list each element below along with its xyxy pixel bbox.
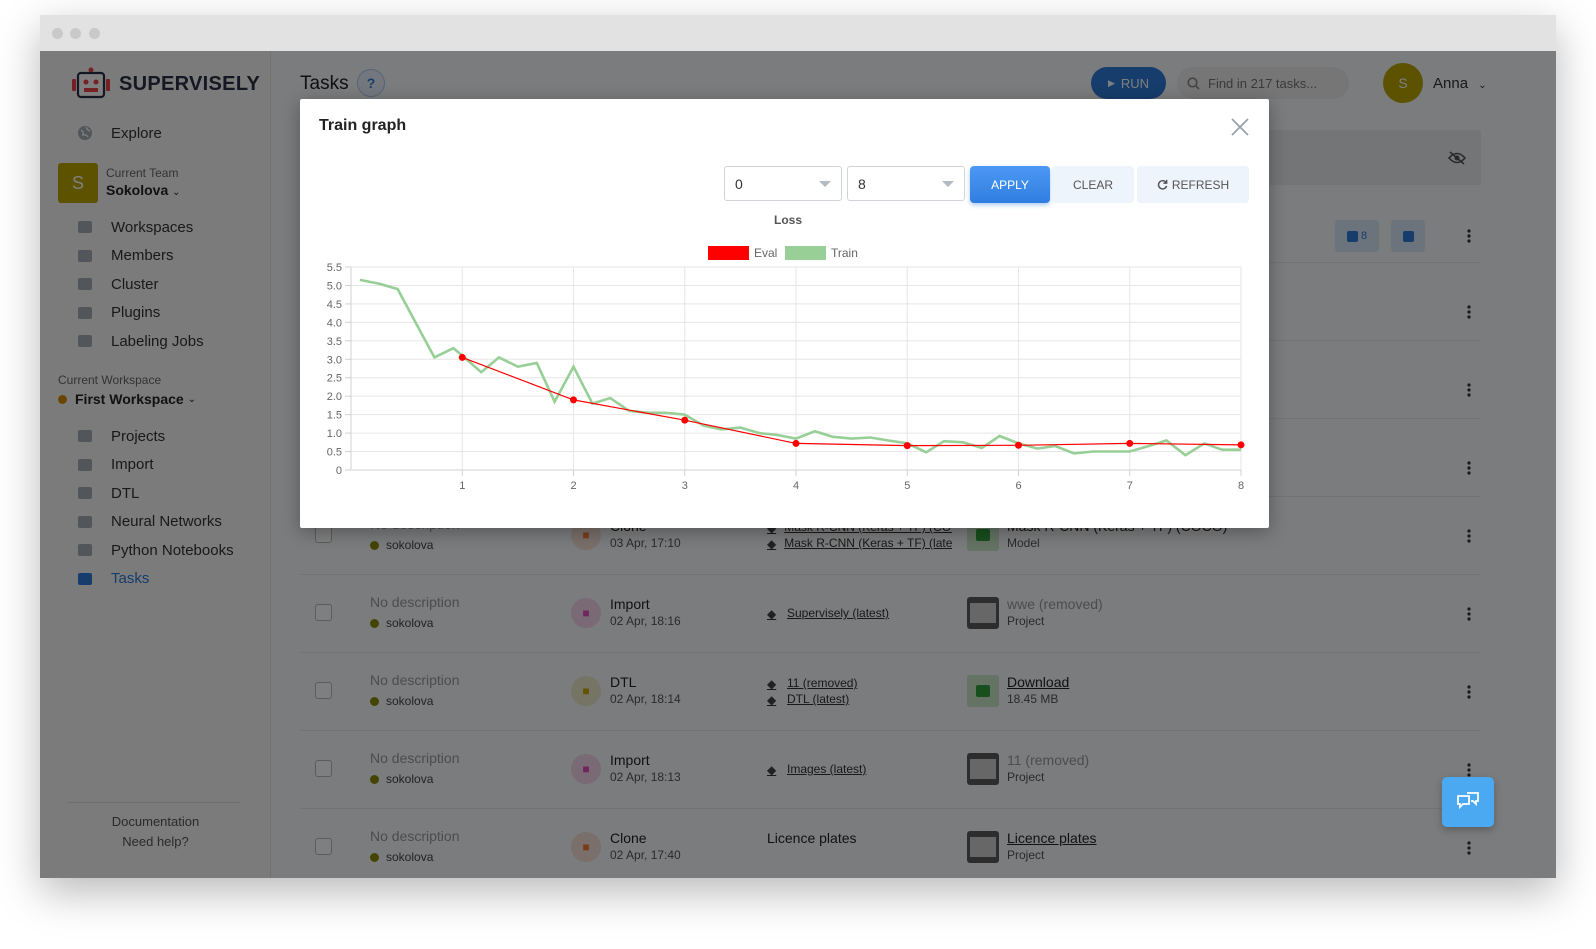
y-tick-label: 1.5: [327, 410, 342, 422]
x-tick-label: 7: [1127, 480, 1133, 492]
chat-icon: [1457, 792, 1479, 810]
data-point-eval: [1015, 441, 1022, 449]
train-graph-modal: Train graph 0 8 APPLY CLEAR REFRESH Loss…: [300, 99, 1269, 528]
legend-swatch-eval: [708, 246, 749, 260]
y-tick-label: 4.0: [327, 317, 342, 329]
data-point-eval: [792, 439, 800, 447]
y-tick-label: 0.5: [327, 447, 342, 459]
x-tick-label: 1: [459, 480, 465, 492]
series-line-train: [359, 278, 1241, 457]
window-dot: [52, 28, 63, 39]
legend-label-eval: Eval: [754, 246, 777, 260]
chart-title: Loss: [774, 213, 802, 227]
y-tick-label: 2.5: [327, 373, 342, 385]
x-tick-label: 3: [682, 480, 688, 492]
y-tick-label: 5.0: [327, 280, 342, 292]
y-tick-label: 5.5: [327, 262, 342, 274]
series-line-eval: [462, 356, 1242, 447]
y-tick-label: 0: [336, 465, 342, 477]
x-tick-label: 4: [793, 480, 799, 492]
loss-chart: Loss Eval Train 0 0.5 1.0 1.5 2.0 2.5 3.0 3.5 4.0 4.…: [327, 213, 1245, 492]
chat-button[interactable]: [1442, 777, 1494, 827]
data-point-eval: [570, 396, 577, 404]
y-tick-label: 2.0: [327, 391, 342, 403]
x-tick-label: 8: [1238, 480, 1244, 492]
data-point-eval: [458, 353, 466, 361]
window-dot: [89, 28, 100, 39]
data-point-eval: [1126, 439, 1134, 447]
x-tick-label: 5: [904, 480, 910, 492]
y-tick-label: 3.0: [327, 354, 342, 366]
x-tick-label: 6: [1015, 480, 1021, 492]
data-point-eval: [681, 416, 689, 424]
data-point-eval: [903, 442, 911, 450]
legend-label-train: Train: [831, 246, 858, 260]
window-dot: [70, 28, 81, 39]
data-point-eval: [1237, 441, 1245, 449]
y-tick-label: 4.5: [327, 299, 342, 311]
x-tick-label: 2: [570, 480, 576, 492]
y-tick-label: 3.5: [327, 336, 342, 348]
legend-swatch-train: [785, 246, 826, 260]
window-titlebar: [40, 15, 1556, 51]
y-tick-label: 1.0: [327, 428, 342, 440]
